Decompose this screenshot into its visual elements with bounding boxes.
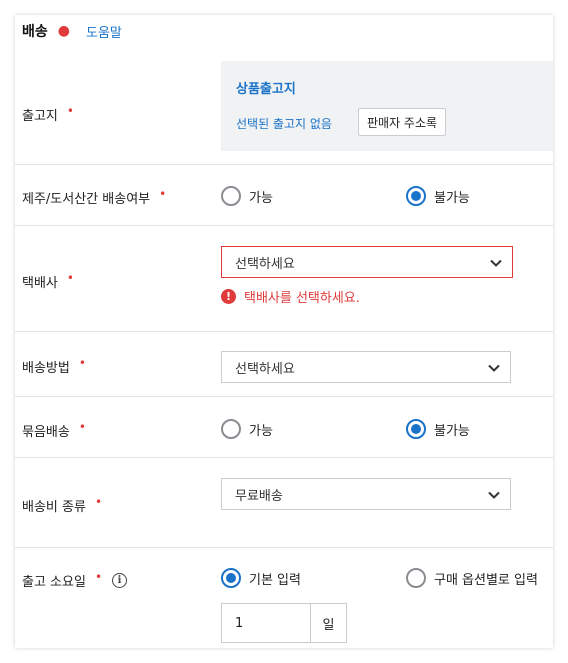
help-link[interactable]: 도움말	[86, 22, 122, 41]
required-mark: ●	[57, 23, 70, 39]
radio-circle	[406, 568, 426, 588]
chevron-down-icon	[490, 259, 502, 267]
shipping-card: 배송 ● 도움말 출고지 • 상품출고지 선택된 출고지 없음 판매자 주소록 제…	[15, 15, 553, 648]
radio-circle	[406, 419, 426, 439]
required-mark: •	[78, 355, 86, 370]
lead-days-unit: 일	[310, 604, 346, 642]
origin-label: 출고지 •	[22, 103, 74, 125]
required-mark: •	[94, 494, 103, 509]
method-row: 배송방법 • 선택하세요	[15, 332, 553, 397]
origin-none-text: 선택된 출고지 없음	[236, 117, 332, 131]
required-mark: •	[94, 569, 103, 584]
method-select-value: 선택하세요	[235, 361, 295, 377]
section-title: 배송	[22, 24, 48, 40]
required-mark: •	[66, 103, 74, 118]
chevron-down-icon	[488, 491, 500, 499]
bundle-label: 묶음배송 •	[22, 419, 86, 441]
error-icon: !	[221, 289, 236, 304]
fee-type-label: 배송비 종류 •	[22, 494, 103, 516]
courier-row: 택배사 • 선택하세요 ! 택배사를 선택하세요.	[15, 226, 553, 332]
lead-time-label: 출고 소요일 • i	[22, 569, 128, 590]
lead-days-group: 일	[221, 603, 347, 643]
bundle-impossible-radio[interactable]: 불가능	[406, 419, 470, 439]
jeju-impossible-radio[interactable]: 불가능	[406, 186, 470, 206]
required-mark: •	[78, 419, 86, 434]
required-mark: •	[66, 270, 74, 285]
jeju-possible-radio[interactable]: 가능	[221, 186, 273, 206]
section-header: 배송 ● 도움말	[22, 19, 122, 43]
courier-select[interactable]: 선택하세요	[221, 246, 513, 278]
bundle-row: 묶음배송 • 가능 불가능	[15, 397, 553, 458]
required-mark: •	[159, 186, 167, 201]
jeju-row: 제주/도서산간 배송여부 • 가능 불가능	[15, 165, 553, 226]
courier-error: ! 택배사를 선택하세요.	[221, 287, 360, 306]
courier-label: 택배사 •	[22, 270, 74, 292]
chevron-down-icon	[488, 364, 500, 372]
lead-days-input[interactable]	[222, 604, 310, 642]
origin-box: 상품출고지 선택된 출고지 없음 판매자 주소록	[221, 61, 553, 151]
radio-circle	[221, 186, 241, 206]
lead-time-basic-radio[interactable]: 기본 입력	[221, 568, 301, 588]
fee-type-select[interactable]: 무료배송	[221, 478, 511, 510]
fee-type-select-value: 무료배송	[235, 488, 283, 504]
method-label: 배송방법 •	[22, 355, 86, 377]
radio-circle	[221, 419, 241, 439]
info-icon[interactable]: i	[112, 573, 128, 588]
bundle-possible-radio[interactable]: 가능	[221, 419, 273, 439]
jeju-label: 제주/도서산간 배송여부 •	[22, 186, 167, 208]
origin-box-title: 상품출고지	[236, 82, 296, 97]
radio-circle	[221, 568, 241, 588]
fee-type-row: 배송비 종류 • 무료배송	[15, 458, 553, 548]
radio-circle	[406, 186, 426, 206]
courier-select-value: 선택하세요	[235, 256, 295, 272]
lead-time-per-option-radio[interactable]: 구매 옵션별로 입력	[406, 568, 538, 588]
method-select[interactable]: 선택하세요	[221, 351, 511, 383]
seller-address-book-button[interactable]: 판매자 주소록	[358, 108, 447, 136]
